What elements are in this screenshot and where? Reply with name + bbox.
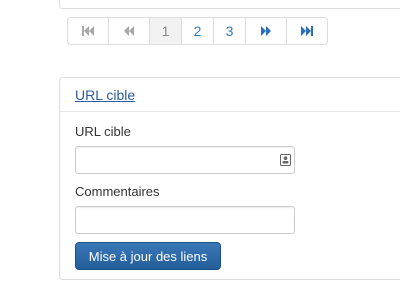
last-page-button[interactable] [286,17,328,45]
comments-input[interactable] [75,206,295,234]
first-page-button[interactable] [67,17,109,45]
pagination: 1 2 3 [67,17,328,45]
url-input[interactable] [75,146,295,174]
comments-field-label: Commentaires [75,184,160,199]
page-1-button[interactable]: 1 [149,17,182,45]
panel-title-link[interactable]: URL cible [75,87,135,103]
page-number: 3 [225,23,234,39]
previous-panel-edge [59,0,400,9]
previous-page-icon [124,26,134,36]
next-page-button[interactable] [245,17,287,45]
page-3-button[interactable]: 3 [213,17,246,45]
page-root: 1 2 3 URL cible URL cible Commentaires M… [0,0,400,300]
contact-card-icon[interactable] [280,154,291,166]
previous-page-button[interactable] [108,17,150,45]
update-links-button[interactable]: Mise à jour des liens [75,242,221,270]
page-number: 1 [161,23,170,39]
link-update-panel: URL cible URL cible Commentaires Mise à … [59,77,400,280]
page-2-button[interactable]: 2 [181,17,214,45]
last-page-icon [301,26,313,36]
page-number: 2 [193,23,202,39]
url-field-label: URL cible [75,124,131,139]
panel-heading: URL cible [60,78,400,112]
next-page-icon [261,26,271,36]
first-page-icon [82,26,94,36]
